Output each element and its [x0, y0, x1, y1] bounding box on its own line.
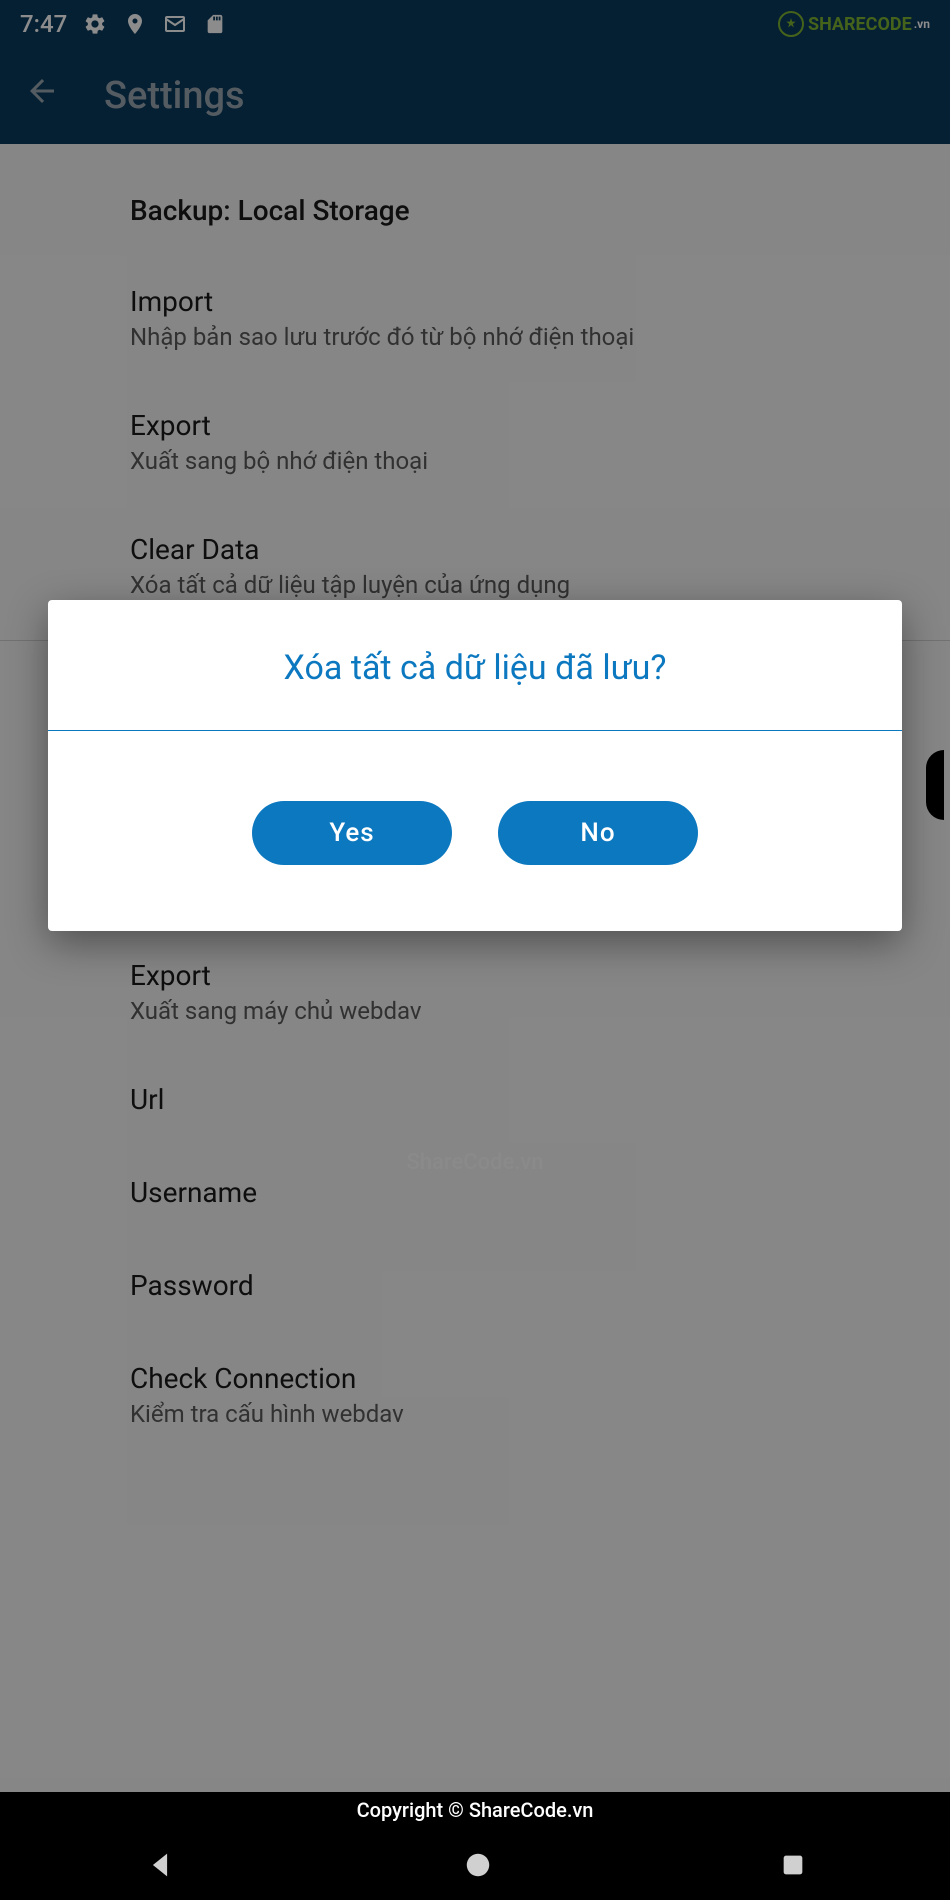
- copyright-text: Copyright © ShareCode.vn: [357, 1798, 594, 1822]
- dialog-title: Xóa tất cả dữ liệu đã lưu?: [48, 600, 902, 731]
- confirm-dialog: Xóa tất cả dữ liệu đã lưu? Yes No: [48, 600, 902, 931]
- dialog-actions: Yes No: [48, 731, 902, 931]
- navigation-bar: Copyright © ShareCode.vn: [0, 1792, 950, 1900]
- modal-overlay[interactable]: [0, 0, 950, 1900]
- yes-button[interactable]: Yes: [252, 801, 452, 865]
- nav-back-icon[interactable]: [143, 1848, 177, 1882]
- nav-recent-icon[interactable]: [779, 1851, 807, 1879]
- no-button[interactable]: No: [498, 801, 698, 865]
- nav-home-icon[interactable]: [463, 1850, 493, 1880]
